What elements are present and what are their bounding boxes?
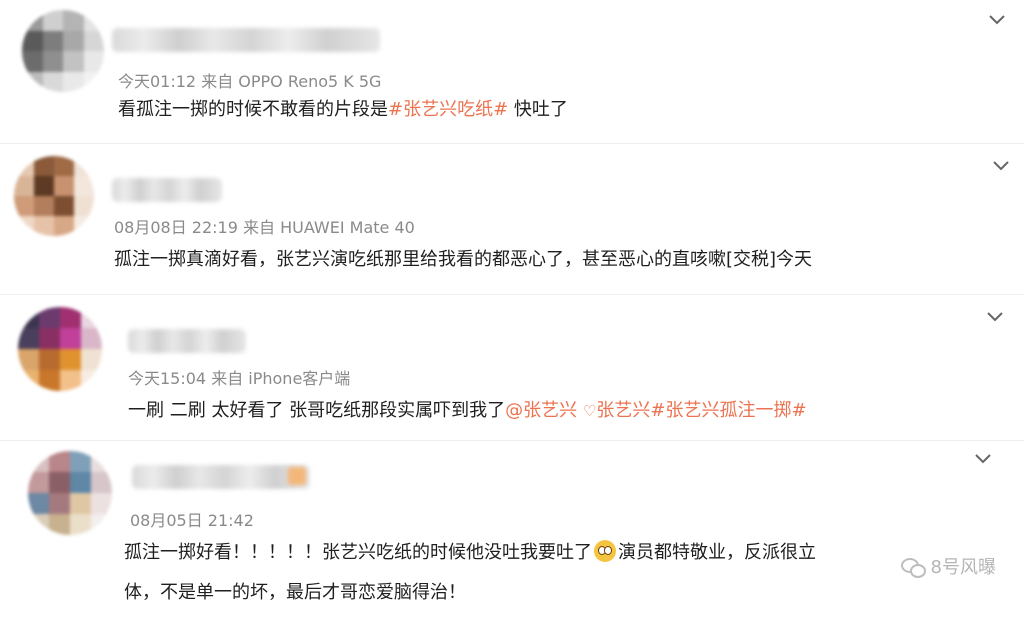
comment-text-part: 演员都特敬业，反派很立: [618, 542, 816, 563]
heart-icon: ♡: [582, 402, 597, 420]
comment-meta: 今天15:04 来自 iPhone客户端: [128, 369, 351, 388]
comment-text-part: 快吐了: [508, 99, 568, 120]
username-blurred[interactable]: [112, 28, 380, 52]
comment-text-part: 看孤注一掷的时候不敢看的片段是: [118, 99, 388, 120]
comment-item: 08月08日 22:19 来自 HUAWEI Mate 40 孤注一掷真滴好看，…: [0, 144, 1024, 294]
comment-text: 一刷 二刷 太好看了 张哥吃纸那段实属吓到我了@张艺兴 ♡张艺兴#张艺兴孤注一掷…: [128, 397, 807, 425]
chevron-down-icon[interactable]: [984, 305, 1006, 327]
watermark: 8号风曝: [900, 553, 996, 579]
avatar[interactable]: [18, 307, 102, 391]
avatar[interactable]: [14, 156, 94, 236]
comment-item: 今天15:04 来自 iPhone客户端 一刷 二刷 太好看了 张哥吃纸那段实属…: [0, 295, 1024, 445]
username-blurred[interactable]: [132, 465, 310, 489]
comment-meta: 08月08日 22:19 来自 HUAWEI Mate 40: [114, 218, 415, 237]
hashtag-link[interactable]: #张艺兴孤注一掷#: [650, 400, 806, 421]
shocked-face-emoji-icon: [594, 540, 616, 562]
comment-text-line2: 体，不是单一的坏，最后才哥恋爱脑得治！: [124, 582, 466, 603]
mention-link[interactable]: @张艺兴: [505, 400, 577, 421]
mention-link[interactable]: 张艺兴: [596, 400, 650, 421]
badge-blurred: [288, 467, 306, 485]
comment-item: 今天01:12 来自 OPPO Reno5 K 5G 看孤注一掷的时候不敢看的片…: [0, 0, 1024, 150]
chevron-down-icon[interactable]: [986, 8, 1008, 30]
chevron-down-icon[interactable]: [990, 154, 1012, 176]
watermark-text: 8号风曝: [930, 557, 996, 578]
username-blurred[interactable]: [112, 178, 222, 202]
comment-meta: 今天01:12 来自 OPPO Reno5 K 5G: [118, 72, 382, 91]
hashtag-link[interactable]: #张艺兴吃纸#: [388, 99, 508, 120]
username-blurred[interactable]: [128, 329, 246, 353]
chevron-down-icon[interactable]: [972, 447, 994, 469]
comment-meta: 08月05日 21:42: [130, 511, 254, 530]
comment-text: 孤注一掷真滴好看，张艺兴演吃纸那里给我看的都恶心了，甚至恶心的直咳嗽[交税]今天: [114, 249, 813, 270]
comment-text-part: 一刷 二刷 太好看了 张哥吃纸那段实属吓到我了: [128, 400, 506, 421]
comment-text-part: 孤注一掷好看！！！！！张艺兴吃纸的时候他没吐我要吐了: [124, 542, 592, 563]
wechat-icon: [900, 556, 926, 578]
comment-text: 看孤注一掷的时候不敢看的片段是#张艺兴吃纸# 快吐了: [118, 96, 568, 124]
comment-item: 08月05日 21:42 孤注一掷好看！！！！！张艺兴吃纸的时候他没吐我要吐了 演…: [0, 441, 1024, 619]
comment-text: 孤注一掷好看！！！！！张艺兴吃纸的时候他没吐我要吐了 演员都特敬业，反派很立: [124, 539, 816, 567]
avatar[interactable]: [22, 10, 104, 92]
avatar[interactable]: [28, 451, 112, 535]
